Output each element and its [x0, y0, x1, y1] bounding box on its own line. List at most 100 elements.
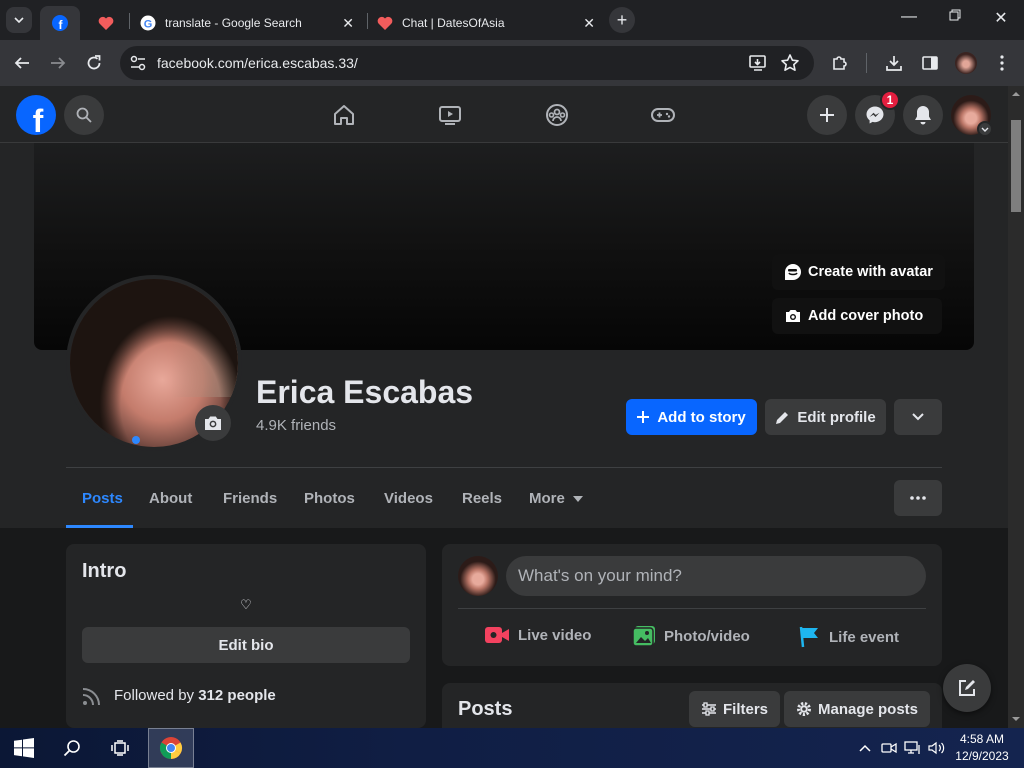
- tab-search-button[interactable]: [6, 7, 32, 33]
- downloads-button[interactable]: [883, 52, 905, 74]
- browser-menu-button[interactable]: [991, 52, 1013, 74]
- composer-divider: [458, 608, 926, 609]
- filters-label: Filters: [723, 700, 769, 718]
- camera-icon: [786, 310, 800, 322]
- nav-video[interactable]: [437, 102, 463, 128]
- nav-home[interactable]: [331, 102, 357, 128]
- add-cover-photo-button[interactable]: Add cover photo: [772, 298, 942, 334]
- whats-on-your-mind-input[interactable]: What's on your mind?: [506, 556, 926, 596]
- reload-button[interactable]: [83, 52, 105, 74]
- task-view-button[interactable]: [96, 728, 144, 768]
- profile-name: Erica Escabas: [256, 374, 474, 410]
- followed-by[interactable]: Followed by 312 people: [114, 687, 276, 704]
- tab-google-search[interactable]: G translate - Google Search ✕: [140, 6, 362, 40]
- taskbar-chrome[interactable]: [148, 728, 194, 768]
- install-app-icon[interactable]: [748, 53, 768, 78]
- tab-videos[interactable]: Videos: [384, 490, 433, 507]
- manage-posts-button[interactable]: Manage posts: [784, 691, 931, 727]
- minimize-button[interactable]: —: [897, 8, 921, 26]
- new-tab-button[interactable]: +: [609, 7, 635, 33]
- search-icon: [76, 107, 92, 123]
- speaker-icon: [928, 741, 945, 755]
- profile-more-dropdown[interactable]: [894, 399, 942, 435]
- live-video-button[interactable]: Live video: [484, 625, 591, 645]
- tab-posts[interactable]: Posts: [82, 490, 123, 507]
- life-event-button[interactable]: Life event: [797, 625, 899, 649]
- extensions-button[interactable]: [829, 52, 851, 74]
- heart-icon: [98, 15, 114, 31]
- side-panel-icon: [922, 56, 938, 70]
- show-hidden-icons[interactable]: [854, 728, 876, 768]
- address-bar[interactable]: facebook.com/erica.escabas.33/: [120, 46, 814, 80]
- filters-button[interactable]: Filters: [689, 691, 781, 727]
- edit-bio-button[interactable]: Edit bio: [82, 627, 410, 663]
- close-tab-icon[interactable]: ✕: [583, 15, 595, 32]
- url-text[interactable]: facebook.com/erica.escabas.33/: [157, 55, 358, 71]
- active-tab-indicator: [66, 525, 133, 528]
- monitor-network-icon: [904, 741, 920, 754]
- search-button[interactable]: [64, 95, 104, 135]
- update-profile-picture-button[interactable]: [195, 405, 231, 441]
- flag-icon: [799, 626, 818, 648]
- arrow-left-icon: [14, 57, 29, 69]
- restore-button[interactable]: [943, 8, 967, 26]
- windows-taskbar: [0, 728, 1024, 768]
- chevron-down-icon: [981, 127, 989, 132]
- photo-icon: [632, 626, 655, 647]
- create-button[interactable]: [807, 95, 847, 135]
- tab-more-label: More: [529, 490, 565, 507]
- meet-now-icon[interactable]: [878, 728, 900, 768]
- tab-reels[interactable]: Reels: [462, 490, 502, 507]
- manage-posts-label: Manage posts: [818, 700, 919, 718]
- start-button[interactable]: [0, 728, 48, 768]
- tab-friends[interactable]: Friends: [223, 490, 277, 507]
- site-settings-icon[interactable]: [129, 54, 147, 77]
- avatar-face-icon: [785, 264, 801, 280]
- profile-options-button[interactable]: [894, 480, 942, 516]
- nav-groups[interactable]: [544, 102, 570, 128]
- tab-heart[interactable]: [88, 6, 124, 40]
- account-menu-button[interactable]: [977, 121, 993, 137]
- tab-more[interactable]: More: [529, 490, 584, 507]
- network-icon[interactable]: [902, 728, 924, 768]
- tab-facebook[interactable]: f: [40, 6, 80, 40]
- edit-profile-button[interactable]: Edit profile: [765, 399, 886, 435]
- notifications-button[interactable]: [903, 95, 943, 135]
- tab-dates-of-asia[interactable]: Chat | DatesOfAsia ✕: [377, 6, 603, 40]
- forward-button[interactable]: [47, 52, 69, 74]
- tab-title: translate - Google Search: [165, 16, 302, 30]
- browser-toolbar: facebook.com/erica.escabas.33/: [0, 40, 1024, 86]
- volume-icon[interactable]: [926, 728, 948, 768]
- bookmark-star-icon[interactable]: [780, 53, 800, 78]
- taskbar-search-button[interactable]: [48, 728, 96, 768]
- close-tab-icon[interactable]: ✕: [342, 15, 354, 32]
- scroll-down-icon[interactable]: [1008, 714, 1024, 724]
- tab-separator: [367, 13, 368, 29]
- followed-prefix: Followed by: [114, 687, 199, 704]
- video-icon: [439, 106, 461, 125]
- search-icon: [63, 740, 80, 757]
- scrollbar-thumb[interactable]: [1011, 120, 1021, 212]
- close-window-button[interactable]: ✕: [989, 8, 1013, 28]
- taskbar-clock[interactable]: 4:58 AM 12/9/2023: [952, 731, 1012, 765]
- tab-separator: [129, 13, 130, 29]
- followed-count: 312 people: [198, 687, 276, 704]
- side-panel-button[interactable]: [919, 52, 941, 74]
- back-button[interactable]: [11, 52, 33, 74]
- kebab-menu-icon: [1000, 55, 1004, 71]
- scroll-up-icon[interactable]: [1008, 89, 1024, 99]
- facebook-logo[interactable]: f: [16, 95, 56, 135]
- photo-video-label: Photo/video: [664, 627, 750, 645]
- composer-avatar[interactable]: [458, 556, 498, 596]
- new-message-button[interactable]: [943, 664, 991, 712]
- tab-photos[interactable]: Photos: [304, 490, 355, 507]
- photo-video-button[interactable]: Photo/video: [632, 625, 750, 647]
- tab-about[interactable]: About: [149, 490, 192, 507]
- nav-gaming[interactable]: [650, 102, 676, 128]
- create-with-avatar-button[interactable]: Create with avatar: [772, 254, 945, 290]
- add-to-story-button[interactable]: Add to story: [626, 399, 757, 435]
- profile-avatar[interactable]: [955, 52, 977, 74]
- download-icon: [886, 56, 902, 71]
- friends-count[interactable]: 4.9K friends: [256, 417, 336, 434]
- bio-text: ♡: [240, 597, 252, 612]
